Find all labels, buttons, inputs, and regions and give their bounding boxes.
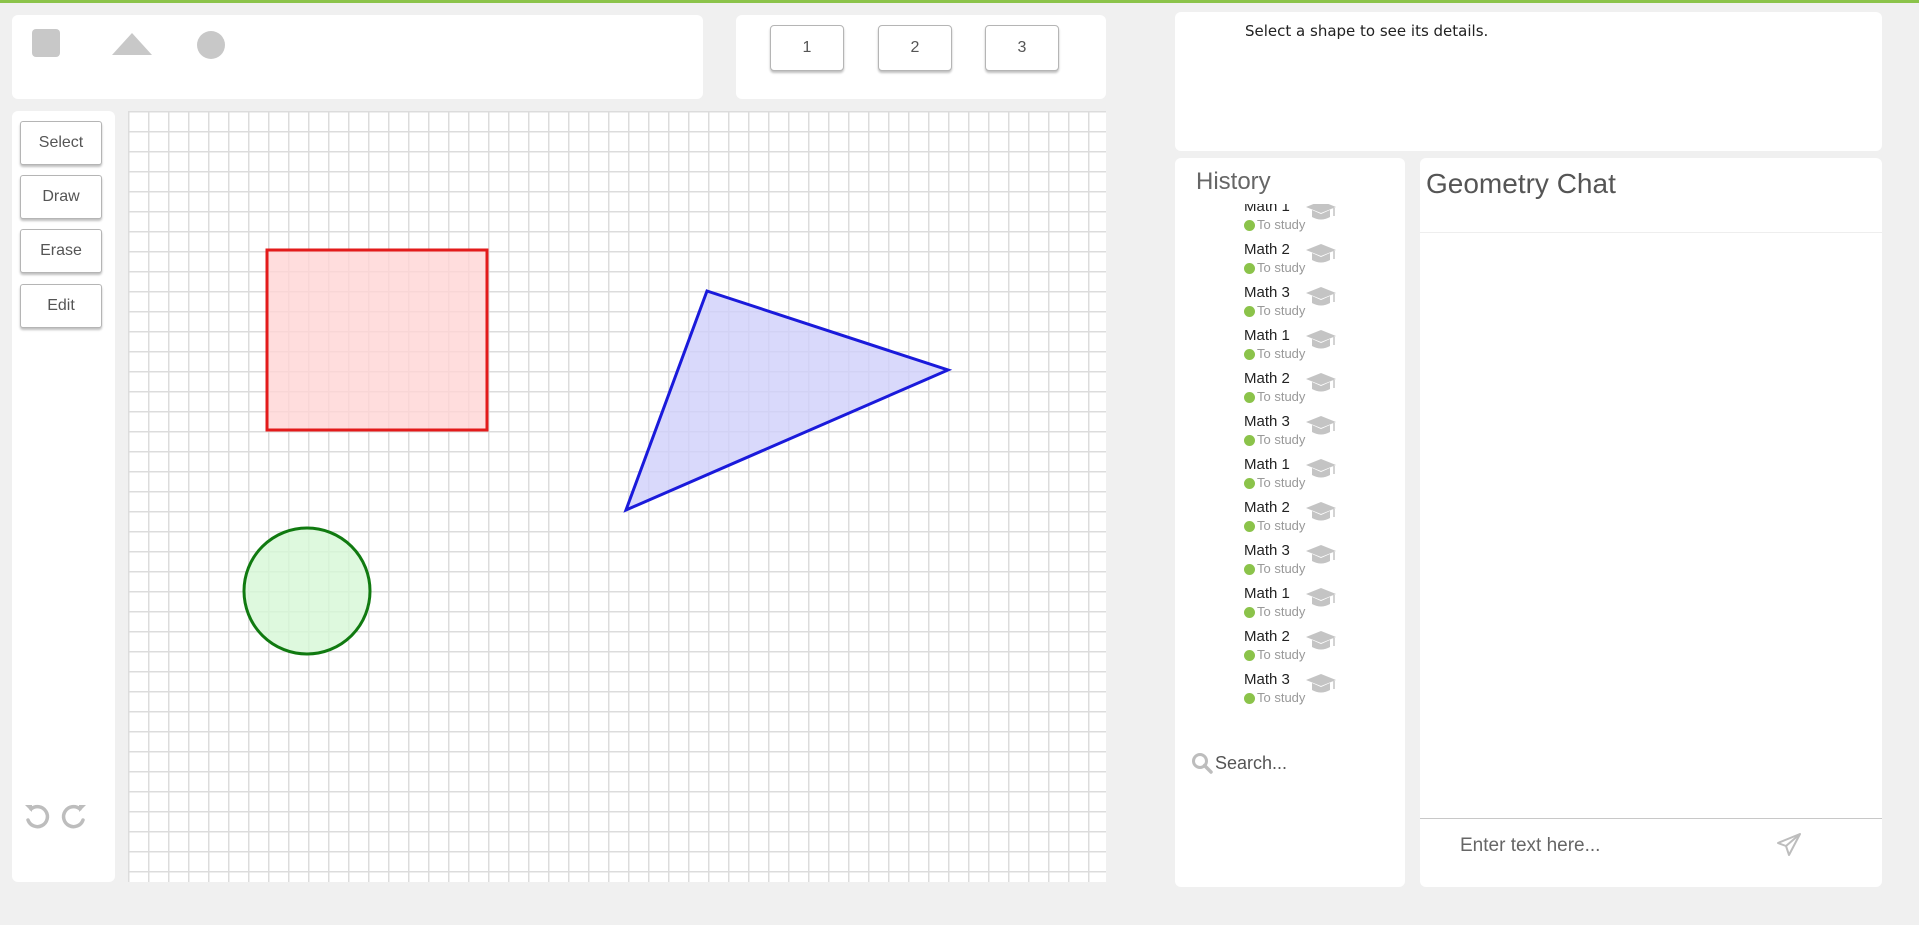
history-item-name: Math 2 xyxy=(1244,499,1290,516)
select-button[interactable]: Select xyxy=(20,121,102,165)
status-dot xyxy=(1244,478,1255,489)
circle-shape-icon[interactable] xyxy=(197,31,225,59)
history-item[interactable]: Math 1 To study xyxy=(1175,579,1405,622)
drawing-canvas[interactable] xyxy=(128,111,1106,882)
history-item[interactable]: Math 1 To study xyxy=(1175,450,1405,493)
history-item-status: To study xyxy=(1257,518,1306,533)
history-item-status: To study xyxy=(1257,647,1306,662)
chat-panel: Geometry Chat xyxy=(1420,158,1882,887)
history-item-name: Math 1 xyxy=(1244,327,1290,344)
send-button[interactable] xyxy=(1758,824,1818,864)
chat-input-divider xyxy=(1420,818,1882,819)
draw-button[interactable]: Draw xyxy=(20,175,102,219)
status-dot xyxy=(1244,650,1255,661)
tool-column: Select Draw Erase Edit xyxy=(12,111,115,882)
edit-button[interactable]: Edit xyxy=(20,284,102,328)
number-button-1[interactable]: 1 xyxy=(770,25,844,71)
triangle-shape-icon[interactable] xyxy=(112,33,152,55)
history-item-status: To study xyxy=(1257,432,1306,447)
graduation-cap-icon xyxy=(1306,545,1336,564)
erase-button[interactable]: Erase xyxy=(20,229,102,273)
history-item-name: Math 3 xyxy=(1244,542,1290,559)
history-item[interactable]: Math 2 To study xyxy=(1175,364,1405,407)
graduation-cap-icon xyxy=(1306,244,1336,263)
history-item-status: To study xyxy=(1257,604,1306,619)
status-dot xyxy=(1244,607,1255,618)
status-dot xyxy=(1244,220,1255,231)
search-input[interactable] xyxy=(1215,748,1385,778)
history-list[interactable]: Math 1 To study Math 2 To study Math 3 To stu… xyxy=(1175,204,1405,712)
graduation-cap-icon xyxy=(1306,287,1336,306)
status-dot xyxy=(1244,263,1255,274)
history-item[interactable]: Math 2 To study xyxy=(1175,235,1405,278)
chat-messages xyxy=(1420,234,1882,822)
history-item-status: To study xyxy=(1257,260,1306,275)
history-item-name: Math 2 xyxy=(1244,241,1290,258)
search-icon xyxy=(1192,753,1213,774)
history-item-name: Math 2 xyxy=(1244,370,1290,387)
chat-title: Geometry Chat xyxy=(1426,168,1616,199)
graduation-cap-icon xyxy=(1306,204,1336,220)
history-item-status: To study xyxy=(1257,346,1306,361)
number-toolbar: 1 2 3 xyxy=(736,15,1106,99)
undo-icon[interactable] xyxy=(22,801,52,831)
status-dot xyxy=(1244,693,1255,704)
square-shape-icon[interactable] xyxy=(32,29,60,57)
history-item[interactable]: Math 1 To study xyxy=(1175,321,1405,364)
history-item-name: Math 3 xyxy=(1244,284,1290,301)
history-item[interactable]: Math 2 To study xyxy=(1175,493,1405,536)
status-dot xyxy=(1244,349,1255,360)
chat-title-divider xyxy=(1420,232,1882,233)
history-item-name: Math 3 xyxy=(1244,671,1290,688)
graduation-cap-icon xyxy=(1306,631,1336,650)
graduation-cap-icon xyxy=(1306,588,1336,607)
history-item-status: To study xyxy=(1257,475,1306,490)
graduation-cap-icon xyxy=(1306,330,1336,349)
number-button-3[interactable]: 3 xyxy=(985,25,1059,71)
history-item-status: To study xyxy=(1257,561,1306,576)
graduation-cap-icon xyxy=(1306,416,1336,435)
status-dot xyxy=(1244,435,1255,446)
history-item-name: Math 1 xyxy=(1244,204,1290,215)
graduation-cap-icon xyxy=(1306,502,1336,521)
history-search xyxy=(1191,748,1391,778)
number-button-2[interactable]: 2 xyxy=(878,25,952,71)
status-dot xyxy=(1244,564,1255,575)
canvas-grid xyxy=(128,111,1106,882)
status-dot xyxy=(1244,521,1255,532)
history-item-name: Math 2 xyxy=(1244,628,1290,645)
status-dot xyxy=(1244,392,1255,403)
circle-shape[interactable] xyxy=(242,526,372,656)
history-item[interactable]: Math 2 To study xyxy=(1175,622,1405,665)
history-item-name: Math 3 xyxy=(1244,413,1290,430)
graduation-cap-icon xyxy=(1306,373,1336,392)
chat-input[interactable] xyxy=(1460,826,1760,866)
history-title: History xyxy=(1196,168,1271,195)
history-item[interactable]: Math 3 To study xyxy=(1175,407,1405,450)
history-panel: History Math 1 To study Math 2 To study Math… xyxy=(1175,158,1405,887)
history-item-status: To study xyxy=(1257,690,1306,705)
history-item-name: Math 1 xyxy=(1244,585,1290,602)
paper-plane-icon xyxy=(1777,833,1801,856)
history-item-status: To study xyxy=(1257,389,1306,404)
rectangle-shape[interactable] xyxy=(265,248,489,432)
details-text: Select a shape to see its details. xyxy=(1245,22,1489,40)
graduation-cap-icon xyxy=(1306,459,1336,478)
shape-toolbar xyxy=(12,15,703,99)
graduation-cap-icon xyxy=(1306,674,1336,693)
shape-details-panel: Select a shape to see its details. xyxy=(1175,12,1882,151)
history-item-name: Math 1 xyxy=(1244,456,1290,473)
redo-icon[interactable] xyxy=(59,801,89,831)
history-item-status: To study xyxy=(1257,303,1306,318)
history-item[interactable]: Math 3 To study xyxy=(1175,665,1405,708)
history-item[interactable]: Math 3 To study xyxy=(1175,536,1405,579)
history-item-status: To study xyxy=(1257,217,1306,232)
history-item[interactable]: Math 1 To study xyxy=(1175,204,1405,235)
history-item[interactable]: Math 3 To study xyxy=(1175,278,1405,321)
status-dot xyxy=(1244,306,1255,317)
